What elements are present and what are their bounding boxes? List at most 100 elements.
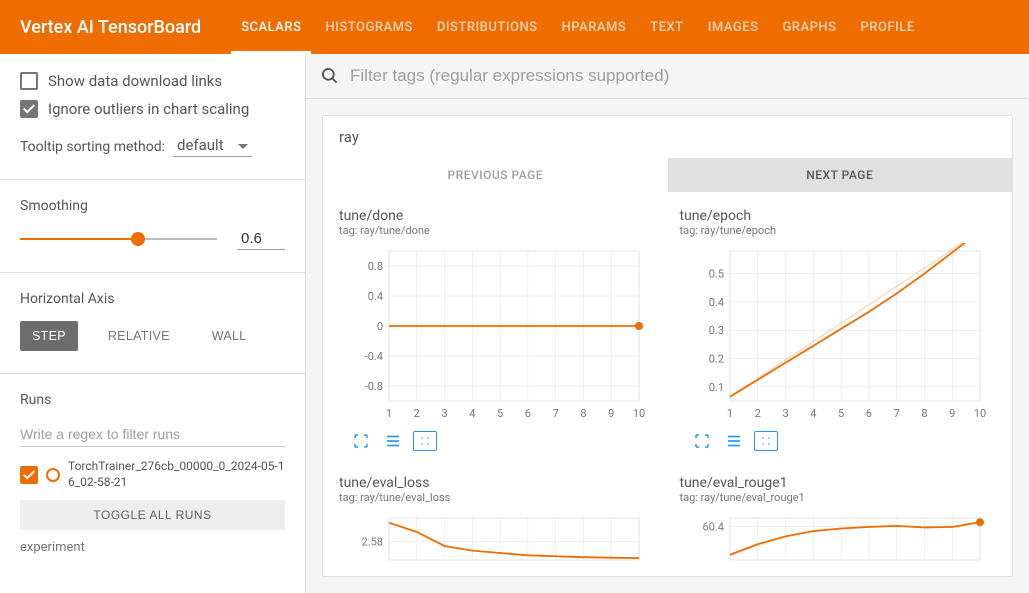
svg-text:0.4: 0.4 bbox=[368, 290, 383, 303]
chart-tag: tag: ray/tune/epoch bbox=[680, 224, 997, 237]
fit-icon[interactable] bbox=[754, 431, 778, 451]
svg-text:-0.4: -0.4 bbox=[365, 350, 383, 363]
slider-thumb[interactable] bbox=[131, 232, 145, 246]
axis-step-button[interactable]: STEP bbox=[20, 321, 78, 351]
tab-histograms[interactable]: HISTOGRAMS bbox=[325, 0, 412, 54]
run-item[interactable]: TorchTrainer_276cb_00000_0_2024-05-16_02… bbox=[20, 459, 285, 490]
list-icon[interactable] bbox=[722, 431, 746, 451]
svg-text:5: 5 bbox=[497, 407, 503, 420]
svg-text:0: 0 bbox=[377, 320, 383, 333]
search-icon bbox=[320, 66, 340, 86]
svg-text:9: 9 bbox=[949, 407, 955, 420]
tag-filter-input[interactable] bbox=[350, 66, 1015, 86]
checkbox-icon bbox=[20, 72, 38, 90]
svg-text:3: 3 bbox=[782, 407, 788, 420]
checkbox-icon bbox=[20, 100, 38, 118]
svg-text:7: 7 bbox=[893, 407, 899, 420]
category-card: ray PREVIOUS PAGE NEXT PAGE tune/done tag… bbox=[322, 115, 1013, 577]
toggle-all-runs-button[interactable]: TOGGLE ALL RUNS bbox=[20, 500, 285, 530]
runs-heading: Runs bbox=[20, 392, 285, 408]
smoothing-input[interactable] bbox=[237, 228, 285, 250]
svg-text:5: 5 bbox=[838, 407, 844, 420]
app-title: Vertex AI TensorBoard bbox=[20, 17, 201, 38]
svg-text:9: 9 bbox=[608, 407, 614, 420]
horizontal-axis-heading: Horizontal Axis bbox=[20, 291, 285, 307]
chart-svg: 12345678910-0.8-0.400.40.8 bbox=[339, 243, 649, 423]
chart-title: tune/eval_loss bbox=[339, 475, 656, 491]
svg-text:0.3: 0.3 bbox=[708, 324, 723, 337]
svg-text:2: 2 bbox=[414, 407, 420, 420]
header-tabs: SCALARS HISTOGRAMS DISTRIBUTIONS HPARAMS TEX… bbox=[241, 0, 914, 54]
svg-text:1: 1 bbox=[386, 407, 392, 420]
tab-text[interactable]: TEXT bbox=[650, 0, 683, 54]
tag-filter-row bbox=[306, 54, 1029, 99]
svg-text:8: 8 bbox=[580, 407, 586, 420]
svg-text:60.4: 60.4 bbox=[702, 520, 723, 533]
svg-text:10: 10 bbox=[633, 407, 645, 420]
category-header[interactable]: ray bbox=[323, 116, 1012, 158]
tab-images[interactable]: IMAGES bbox=[708, 0, 759, 54]
axis-relative-button[interactable]: RELATIVE bbox=[96, 321, 182, 351]
expand-icon[interactable] bbox=[349, 431, 373, 451]
svg-text:10: 10 bbox=[973, 407, 985, 420]
chart-title: tune/eval_rouge1 bbox=[680, 475, 997, 491]
list-icon[interactable] bbox=[381, 431, 405, 451]
chart-toolbar bbox=[680, 431, 997, 451]
chart-svg: 60.4 bbox=[680, 510, 990, 582]
svg-text:4: 4 bbox=[810, 407, 816, 420]
checkbox-label: Ignore outliers in chart scaling bbox=[48, 100, 249, 118]
chart-title: tune/done bbox=[339, 208, 656, 224]
experiment-label: experiment bbox=[20, 540, 285, 555]
tab-hparams[interactable]: HPARAMS bbox=[562, 0, 627, 54]
tab-scalars[interactable]: SCALARS bbox=[241, 0, 301, 54]
svg-text:-0.8: -0.8 bbox=[365, 380, 383, 393]
expand-icon[interactable] bbox=[690, 431, 714, 451]
svg-text:0.2: 0.2 bbox=[708, 353, 723, 366]
next-page-button[interactable]: NEXT PAGE bbox=[668, 158, 1013, 192]
chart-title: tune/epoch bbox=[680, 208, 997, 224]
svg-text:2: 2 bbox=[754, 407, 760, 420]
chart-svg: 2.58 bbox=[339, 510, 649, 582]
svg-text:6: 6 bbox=[865, 407, 871, 420]
axis-button-group: STEP RELATIVE WALL bbox=[20, 321, 285, 351]
chart-tag: tag: ray/tune/eval_rouge1 bbox=[680, 491, 997, 504]
run-radio[interactable] bbox=[46, 468, 60, 482]
svg-text:0.8: 0.8 bbox=[368, 260, 383, 273]
select-value: default bbox=[177, 136, 224, 154]
fit-icon[interactable] bbox=[413, 431, 437, 451]
show-download-checkbox[interactable]: Show data download links bbox=[20, 72, 285, 90]
pager: PREVIOUS PAGE NEXT PAGE bbox=[323, 158, 1012, 192]
svg-text:3: 3 bbox=[441, 407, 447, 420]
svg-text:0.1: 0.1 bbox=[708, 381, 723, 394]
previous-page-button[interactable]: PREVIOUS PAGE bbox=[323, 158, 668, 192]
main-panel: ray PREVIOUS PAGE NEXT PAGE tune/done tag… bbox=[306, 54, 1029, 593]
ignore-outliers-checkbox[interactable]: Ignore outliers in chart scaling bbox=[20, 100, 285, 118]
runs-filter-input[interactable] bbox=[20, 422, 285, 447]
checkbox-label: Show data download links bbox=[48, 72, 222, 90]
svg-text:4: 4 bbox=[469, 407, 475, 420]
tooltip-sorting-select[interactable]: default bbox=[173, 136, 252, 157]
smoothing-slider[interactable] bbox=[20, 229, 217, 249]
run-name: TorchTrainer_276cb_00000_0_2024-05-16_02… bbox=[68, 459, 285, 490]
app-header: Vertex AI TensorBoard SCALARS HISTOGRAMS D… bbox=[0, 0, 1029, 54]
chart-plot[interactable]: 1 2 3 4 5 6 7 8 9 10 0.1 0.2 0.3 0.4 0.5 bbox=[680, 243, 990, 423]
chart-svg: 1 2 3 4 5 6 7 8 9 10 0.1 0.2 0.3 0.4 0.5 bbox=[680, 243, 990, 423]
chart-plot[interactable]: 2.58 bbox=[339, 510, 649, 560]
sidebar: Show data download links Ignore outliers… bbox=[0, 54, 306, 593]
chart-toolbar bbox=[339, 431, 656, 451]
chart-cell: tune/eval_rouge1tag: ray/tune/eval_rouge… bbox=[680, 475, 997, 560]
svg-text:8: 8 bbox=[921, 407, 927, 420]
tab-distributions[interactable]: DISTRIBUTIONS bbox=[437, 0, 538, 54]
chart-tag: tag: ray/tune/eval_loss bbox=[339, 491, 656, 504]
axis-wall-button[interactable]: WALL bbox=[200, 321, 259, 351]
svg-text:1: 1 bbox=[726, 407, 732, 420]
svg-text:7: 7 bbox=[553, 407, 559, 420]
svg-text:2.58: 2.58 bbox=[362, 535, 383, 548]
svg-text:0.5: 0.5 bbox=[708, 268, 723, 281]
chart-plot[interactable]: 60.4 bbox=[680, 510, 990, 560]
tab-profile[interactable]: PROFILE bbox=[861, 0, 915, 54]
chart-plot[interactable]: 12345678910-0.8-0.400.40.8 bbox=[339, 243, 649, 423]
tab-graphs[interactable]: GRAPHS bbox=[782, 0, 836, 54]
run-checkbox[interactable] bbox=[20, 466, 38, 484]
svg-text:0.4: 0.4 bbox=[708, 296, 723, 309]
